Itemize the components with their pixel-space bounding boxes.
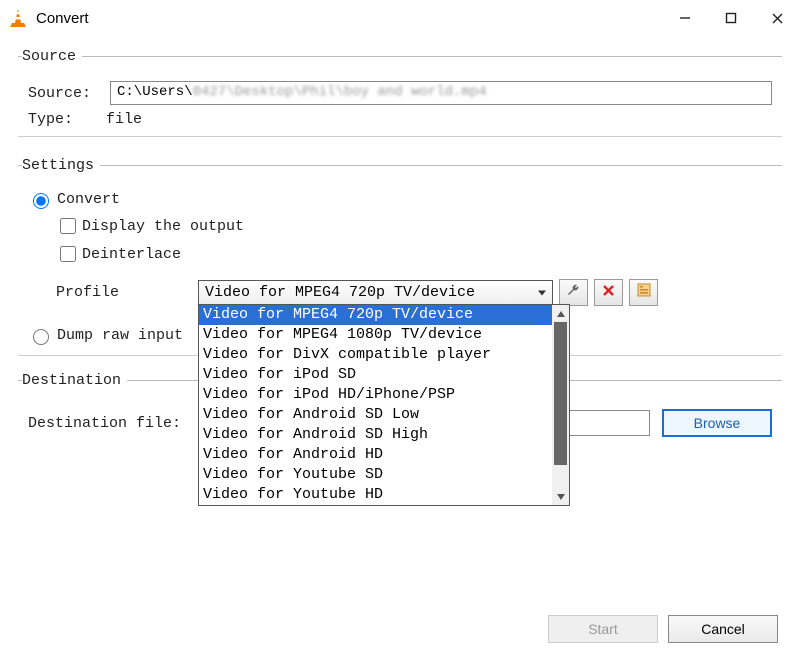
profile-label: Profile [28, 284, 198, 301]
settings-group: Settings Convert Display the output Dein… [18, 157, 782, 364]
new-profile-icon [637, 283, 651, 302]
profile-option[interactable]: Video for Android HD [199, 445, 569, 465]
dialog-footer: Start Cancel [548, 615, 778, 643]
display-output-checkbox[interactable] [60, 218, 76, 234]
browse-button[interactable]: Browse [662, 409, 772, 437]
start-button[interactable]: Start [548, 615, 658, 643]
display-output-label: Display the output [82, 218, 244, 235]
source-legend: Source [22, 48, 82, 65]
destination-label: Destination file: [28, 415, 181, 432]
profile-dropdown-list: Video for MPEG4 720p TV/deviceVideo for … [198, 304, 570, 506]
profile-option[interactable]: Video for Youtube SD [199, 465, 569, 485]
source-path-visible: C:\Users\ [117, 84, 193, 100]
profile-option[interactable]: Video for Youtube HD [199, 485, 569, 505]
new-profile-button[interactable] [629, 279, 658, 306]
dropdown-scrollbar[interactable] [552, 305, 569, 505]
deinterlace-checkbox[interactable] [60, 246, 76, 262]
deinterlace-label: Deinterlace [82, 246, 181, 263]
source-group: Source Source: C:\Users\0427\Desktop\Phi… [18, 48, 782, 145]
scroll-down-arrow-icon[interactable] [552, 488, 569, 505]
wrench-icon [566, 283, 581, 303]
source-input[interactable]: C:\Users\0427\Desktop\Phil\boy and world… [110, 81, 772, 105]
source-path-redacted: 0427\Desktop\Phil\boy and world.mp4 [193, 84, 487, 100]
minimize-button[interactable] [662, 2, 708, 34]
delete-x-icon [602, 284, 615, 302]
type-label: Type: [28, 111, 106, 128]
type-value: file [106, 111, 142, 128]
vlc-cone-icon [8, 8, 28, 28]
profile-option[interactable]: Video for iPod HD/iPhone/PSP [199, 385, 569, 405]
source-label: Source: [28, 85, 106, 102]
profile-option[interactable]: Video for DivX compatible player [199, 345, 569, 365]
profile-option[interactable]: Video for Android SD High [199, 425, 569, 445]
profile-combobox[interactable]: Video for MPEG4 720p TV/device Video for… [198, 280, 553, 305]
profile-option[interactable]: Video for MPEG4 720p TV/device [199, 305, 569, 325]
destination-legend: Destination [22, 372, 127, 389]
titlebar: Convert [0, 0, 800, 36]
convert-radio[interactable] [33, 193, 49, 209]
delete-profile-button[interactable] [594, 279, 623, 306]
cancel-button[interactable]: Cancel [668, 615, 778, 643]
close-button[interactable] [754, 2, 800, 34]
convert-label: Convert [57, 191, 120, 208]
scroll-thumb[interactable] [554, 322, 567, 465]
scroll-up-arrow-icon[interactable] [552, 305, 569, 322]
profile-option[interactable]: Video for iPod SD [199, 365, 569, 385]
settings-legend: Settings [22, 157, 100, 174]
profile-option[interactable]: Video for Android SD Low [199, 405, 569, 425]
dump-raw-label: Dump raw input [57, 327, 183, 344]
maximize-button[interactable] [708, 2, 754, 34]
profile-option[interactable]: Video for MPEG4 1080p TV/device [199, 325, 569, 345]
profile-selected-value[interactable]: Video for MPEG4 720p TV/device [198, 280, 553, 305]
window-title: Convert [36, 10, 89, 27]
edit-profile-button[interactable] [559, 279, 588, 306]
dump-raw-radio[interactable] [33, 329, 49, 345]
